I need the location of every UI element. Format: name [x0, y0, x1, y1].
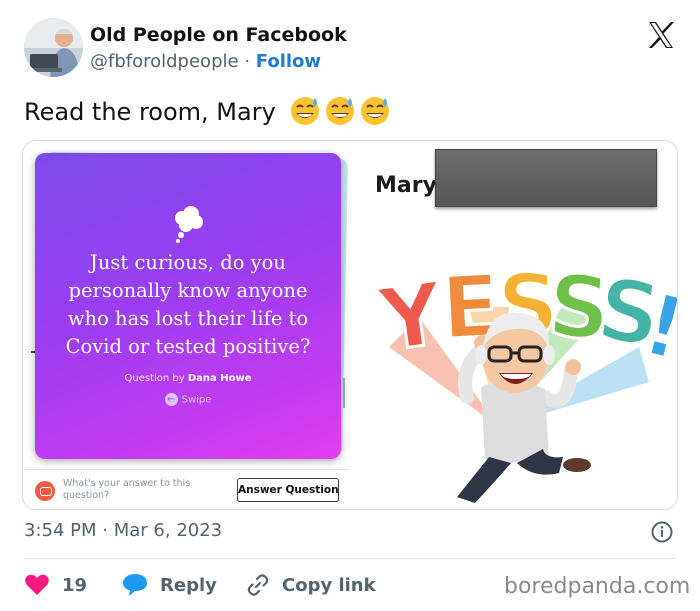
tweet-timestamp[interactable]: 3:54 PM · Mar 6, 2023	[24, 520, 222, 541]
handle[interactable]: @fbforoldpeople	[90, 51, 239, 72]
like-count: 19	[62, 574, 88, 596]
answer-question-button[interactable]: Answer Question	[237, 478, 339, 502]
chat-bubble-icon	[35, 481, 55, 501]
swipe-hint[interactable]: ← Swipe	[35, 393, 341, 406]
tweet-text: Read the room, Mary	[24, 94, 393, 126]
tweet-header: Old People on Facebook @fbforoldpeople ·…	[24, 18, 684, 78]
answer-bar: What's your answer to this question? Ans…	[23, 469, 349, 509]
thought-bubble-icon	[175, 206, 203, 243]
reply-button[interactable]: Reply	[122, 570, 217, 600]
avatar[interactable]	[24, 18, 83, 77]
question-card: Just curious, do you personally know any…	[35, 153, 341, 459]
tweet-date: Mar 6, 2023	[113, 520, 223, 541]
like-button[interactable]: 19	[24, 570, 87, 600]
display-name[interactable]: Old People on Facebook	[90, 24, 347, 46]
timestamp-separator: ·	[102, 520, 108, 541]
copy-link-button[interactable]: Copy link	[246, 570, 376, 600]
heart-icon	[25, 574, 49, 595]
scrollbar[interactable]	[343, 378, 345, 408]
yess-sticker: Y E S S S !	[371, 255, 677, 503]
divider	[24, 558, 676, 559]
tweet-body: Read the room, Mary	[24, 98, 276, 126]
info-icon[interactable]	[651, 521, 673, 543]
question-by-prefix: Question by	[124, 373, 185, 384]
link-icon	[247, 574, 269, 596]
x-logo-icon[interactable]	[646, 20, 676, 50]
question-text: Just curious, do you personally know any…	[65, 251, 311, 358]
question-author: Question by Dana Howe	[35, 373, 341, 384]
tweet-emoji	[283, 97, 393, 126]
handle-separator: ·	[244, 51, 251, 72]
watermark: boredpanda.com	[504, 574, 691, 599]
tweet-time: 3:54 PM	[24, 520, 97, 541]
tweet-media[interactable]: Just curious, do you personally know any…	[22, 140, 678, 510]
answer-prompt: What's your answer to this question?	[63, 478, 191, 501]
reply-name: Mary	[375, 173, 437, 198]
follow-button[interactable]: Follow	[256, 51, 321, 72]
copy-link-label: Copy link	[282, 574, 376, 596]
swipe-label: Swipe	[181, 394, 212, 406]
reply-screenshot: Mary Y E S S S !	[349, 141, 677, 509]
handle-row: @fbforoldpeople · Follow	[90, 51, 321, 72]
question-screenshot: Just curious, do you personally know any…	[23, 141, 349, 509]
speech-bubble-icon	[123, 574, 147, 596]
reply-label: Reply	[160, 574, 217, 596]
question-by-name: Dana Howe	[187, 373, 252, 384]
arrow-left-icon: ←	[164, 393, 178, 406]
